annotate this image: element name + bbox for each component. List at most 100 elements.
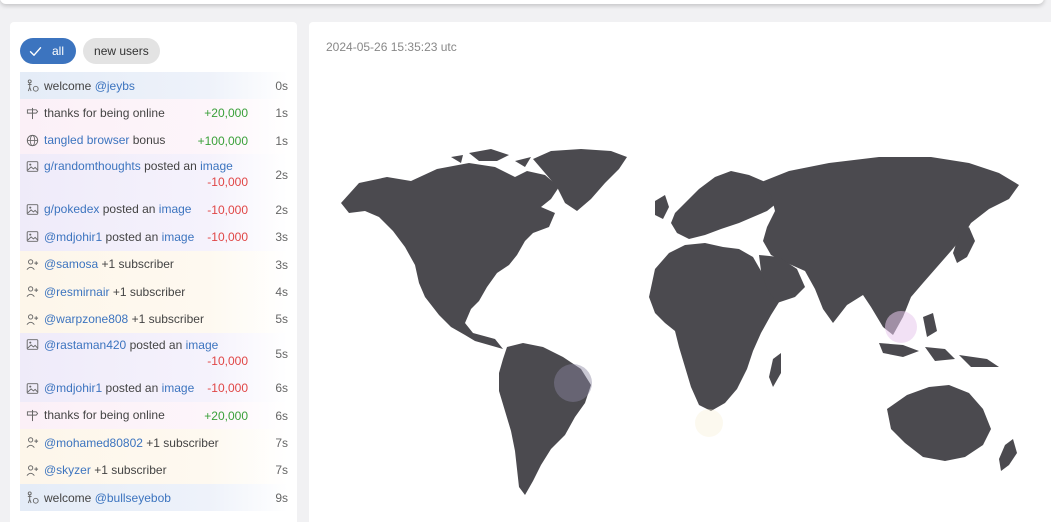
feed-item-amount: +20,000 — [204, 106, 248, 121]
feed-item-link[interactable]: image — [159, 202, 192, 216]
add-user-icon — [25, 436, 39, 450]
add-user-icon — [25, 312, 39, 326]
feed-item: @mdjohir1 posted an image -10,000 6s — [20, 374, 288, 402]
map-north-america — [341, 163, 559, 349]
feed-item-link[interactable]: @mdjohir1 — [44, 230, 102, 244]
feed-item-label: posted an — [99, 202, 159, 217]
feed-item-label: thanks for being online — [44, 408, 165, 423]
feed-item-link[interactable]: @skyzer — [44, 463, 91, 477]
feed-item-time: 3s — [275, 230, 288, 245]
world-map — [341, 149, 1019, 495]
signpost-icon — [25, 106, 39, 120]
feed-item-text: g/randomthoughts posted an image — [44, 159, 288, 173]
image-icon — [25, 159, 39, 173]
map-panel: 2024-05-26 15:35:23 utc — [309, 22, 1051, 522]
feed-item-text: @mdjohir1 posted an image — [44, 230, 288, 244]
feed-item-label: posted an — [102, 381, 162, 395]
feed-item-text: thanks for being online — [44, 106, 288, 120]
filter-new-users-label: new users — [94, 44, 149, 58]
feed-item: @mohamed80802 +1 subscriber 7s — [20, 429, 288, 457]
filter-all-chip[interactable]: all — [20, 38, 77, 64]
feed-item-label: welcome — [44, 490, 95, 505]
feed-item-text: welcome @bullseyebob — [44, 491, 288, 505]
feed-item-amount: +20,000 — [204, 408, 248, 423]
feed-item-amount: -10,000 — [207, 202, 248, 217]
map-madagascar — [769, 353, 781, 387]
feed-item-link[interactable]: image — [162, 381, 195, 395]
feed-item-link[interactable]: @mohamed80802 — [44, 436, 143, 450]
feed-item-label: +1 subscriber — [128, 312, 204, 327]
top-bar — [0, 0, 1044, 4]
feed-item: @skyzer +1 subscriber 7s — [20, 456, 288, 484]
feed-item-label: bonus — [129, 133, 166, 148]
map-asia — [759, 157, 1019, 335]
feed-item: thanks for being online +20,000 6s — [20, 401, 288, 430]
feed-item-link[interactable]: @warpzone808 — [44, 312, 128, 326]
feed-item-time: 6s — [275, 381, 288, 396]
feed-item-text: thanks for being online — [44, 408, 288, 422]
globe-icon — [25, 133, 39, 147]
feed-item-link[interactable]: g/randomthoughts — [44, 159, 141, 173]
feed-item-time: 9s — [275, 490, 288, 505]
add-user-icon — [25, 463, 39, 477]
feed-item: g/randomthoughts posted an image -10,000 2… — [20, 154, 288, 196]
feed-item: @samosa +1 subscriber 3s — [20, 250, 288, 278]
feed-item-text: @skyzer +1 subscriber — [44, 463, 288, 477]
filter-new-users-chip[interactable]: new users — [83, 38, 160, 64]
image-icon — [25, 338, 39, 352]
feed-item-amount: -10,000 — [207, 230, 248, 245]
map-europe — [671, 171, 777, 239]
image-icon — [25, 381, 39, 395]
feed-item: g/pokedex posted an image -10,000 2s — [20, 195, 288, 224]
feed-item: @warpzone808 +1 subscriber 5s — [20, 305, 288, 333]
add-user-icon — [25, 257, 39, 271]
welcome-icon — [25, 79, 39, 93]
feed-item-amount: -10,000 — [207, 353, 248, 368]
feed-item-label: +1 subscriber — [142, 435, 219, 450]
feed-item-link[interactable]: image — [200, 159, 233, 173]
feed-item-link[interactable]: @mdjohir1 — [44, 381, 102, 395]
feed-item-text: welcome @jeybs — [44, 79, 288, 93]
feed-item-time: 1s — [275, 106, 288, 121]
feed-item-text: @mdjohir1 posted an image — [44, 381, 288, 395]
signpost-icon — [25, 408, 39, 422]
feed-item-link[interactable]: @resmirnair — [44, 285, 110, 299]
feed-item: @resmirnair +1 subscriber 4s — [20, 277, 288, 306]
feed-item-link[interactable]: @rastaman420 — [44, 338, 126, 352]
feed-item: @rastaman420 posted an image -10,000 5s — [20, 332, 288, 375]
welcome-icon — [25, 491, 39, 505]
feed-item-label: posted an — [102, 229, 162, 244]
feed-item: thanks for being online +20,000 1s — [20, 99, 288, 127]
filter-all-label: all — [52, 44, 65, 58]
add-user-icon — [25, 285, 39, 299]
feed-item-link[interactable]: @bullseyebob — [95, 491, 171, 505]
activity-feed: welcome @jeybs 0s thanks for being online +… — [20, 72, 288, 512]
feed-item-amount: -10,000 — [207, 381, 248, 396]
feed-item-time: 7s — [275, 463, 288, 478]
feed-item-text: @warpzone808 +1 subscriber — [44, 312, 288, 326]
feed-item-link[interactable]: g/pokedex — [44, 202, 99, 216]
map-new-zealand — [999, 439, 1017, 471]
timestamp: 2024-05-26 15:35:23 utc — [326, 40, 457, 54]
feed-item-link[interactable]: tangled browser — [44, 133, 129, 147]
feed-item-text: @resmirnair +1 subscriber — [44, 285, 288, 299]
image-icon — [25, 202, 39, 216]
feed-item-time: 2s — [275, 202, 288, 217]
feed-item-text: g/pokedex posted an image — [44, 202, 288, 216]
feed-item-label: welcome — [44, 78, 95, 93]
feed-item-time: 5s — [275, 312, 288, 327]
feed-item-amount: -10,000 — [207, 175, 248, 190]
feed-item-time: 4s — [275, 284, 288, 299]
feed-item-time: 0s — [275, 79, 288, 93]
feed-item-label: +1 subscriber — [109, 284, 186, 299]
check-icon — [29, 45, 42, 58]
feed-item-link[interactable]: image — [186, 338, 219, 352]
feed-item-link[interactable]: image — [162, 230, 195, 244]
activity-marker-brazil — [554, 364, 592, 402]
feed-item-label: posted an — [140, 159, 201, 174]
feed-item: welcome @jeybs 0s — [20, 72, 288, 100]
feed-item-link[interactable]: @jeybs — [95, 79, 135, 93]
feed-item-link[interactable]: @samosa — [44, 257, 98, 271]
feed-item-time: 5s — [275, 346, 288, 361]
feed-item-time: 7s — [275, 436, 288, 451]
